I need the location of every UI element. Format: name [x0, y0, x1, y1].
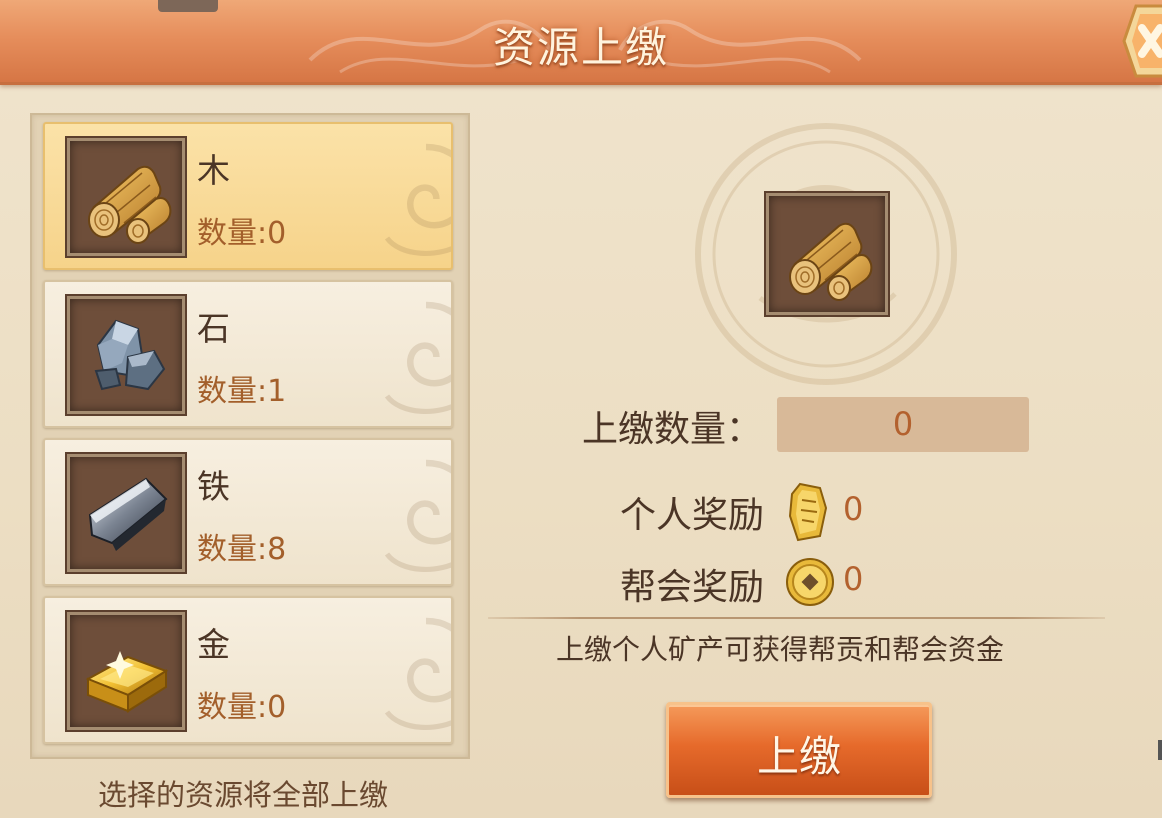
contribution-token-icon — [788, 482, 828, 542]
close-button[interactable] — [1114, 2, 1162, 80]
divider — [488, 617, 1105, 619]
resource-count: 数量:8 — [197, 532, 287, 567]
resource-count: 数量:1 — [197, 374, 287, 409]
item-ornament — [361, 608, 453, 738]
resource-icon-frame — [67, 454, 185, 572]
resource-icon-frame — [67, 138, 185, 256]
submit-button[interactable]: 上缴 — [666, 702, 932, 798]
item-ornament — [361, 292, 453, 422]
coin-icon — [786, 558, 834, 606]
resource-item-wood[interactable]: 木 数量:0 — [43, 122, 453, 270]
resource-name: 铁 — [197, 467, 230, 506]
reward-hint-text: 上缴个人矿产可获得帮贡和帮会资金 — [555, 633, 1004, 666]
page-title: 资源上缴 — [492, 23, 669, 72]
resource-submit-panel: 资源上缴 木 数量:0 石 数量:1 铁 数量:8 金 数量:0 选择的资源将全… — [0, 0, 1162, 818]
resource-name: 金 — [197, 625, 230, 664]
close-icon — [1122, 4, 1162, 78]
resource-count: 数量:0 — [197, 690, 287, 725]
personal-reward-label: 个人奖励 — [620, 495, 765, 536]
guild-reward-value: 0 — [843, 560, 864, 598]
guild-reward-label: 帮会奖励 — [620, 567, 765, 608]
resource-name: 石 — [197, 309, 230, 348]
submit-button-label: 上缴 — [756, 732, 841, 781]
gold-bar-icon — [76, 621, 176, 721]
resource-count: 数量:0 — [197, 216, 287, 251]
resource-icon-frame — [67, 612, 185, 730]
item-ornament — [361, 450, 453, 580]
iron-ingot-icon — [76, 463, 176, 563]
resource-icon-frame — [67, 296, 185, 414]
header-tab-handle — [158, 0, 218, 12]
quantity-label: 上缴数量： — [582, 409, 763, 450]
resource-item-gold[interactable]: 金 数量:0 — [43, 596, 453, 744]
item-ornament — [361, 134, 453, 264]
scroll-edge — [1158, 740, 1162, 760]
resource-item-iron[interactable]: 铁 数量:8 — [43, 438, 453, 586]
left-hint-text: 选择的资源将全部上缴 — [97, 778, 388, 812]
header-bar: 资源上缴 — [0, 0, 1162, 85]
quantity-input[interactable]: 0 — [777, 397, 1029, 452]
stone-icon — [76, 305, 176, 405]
resource-item-stone[interactable]: 石 数量:1 — [43, 280, 453, 428]
wood-log-icon — [76, 147, 176, 247]
wood-log-icon — [777, 204, 877, 304]
resource-name: 木 — [197, 151, 230, 190]
selected-resource-preview — [766, 193, 888, 315]
personal-reward-value: 0 — [843, 490, 864, 528]
